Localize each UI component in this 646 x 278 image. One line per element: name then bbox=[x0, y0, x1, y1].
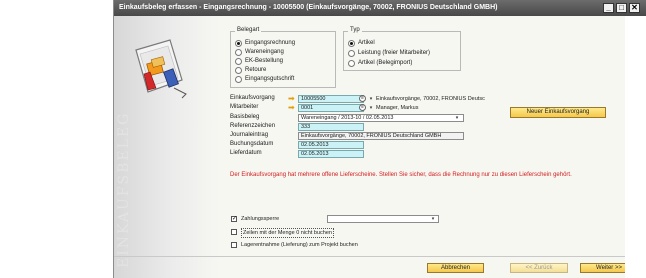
lookup-icon[interactable]: ≡ bbox=[359, 104, 366, 111]
close-button[interactable]: ✕ bbox=[629, 3, 640, 13]
maximize-button[interactable]: □ bbox=[616, 3, 627, 13]
radio-checked-icon[interactable] bbox=[348, 40, 355, 47]
title-bar[interactable]: Einkaufsbeleg erfassen - Eingangsrechnun… bbox=[114, 0, 646, 16]
basisbeleg-label: Basisbeleg bbox=[230, 114, 260, 120]
journaleintrag-field[interactable]: Einkaufsvorgänge, 70002, FRONIUS Deutsch… bbox=[298, 132, 464, 140]
radio-icon[interactable] bbox=[348, 60, 355, 67]
referenzzeichen-label: Referenzzeichen bbox=[230, 123, 276, 129]
basisbeleg-select[interactable]: Wareneingang / 2013-10 / 02.05.2013 bbox=[298, 114, 464, 122]
radio-label: Eingangsrechnung bbox=[245, 40, 296, 46]
lieferdatum-label: Lieferdatum bbox=[230, 150, 262, 156]
link-arrow-icon[interactable]: ➡ bbox=[288, 95, 297, 103]
background-strip bbox=[625, 16, 646, 278]
new-purchase-button[interactable]: Neuer Einkaufsvorgang bbox=[510, 107, 606, 118]
lagerentnahme-label: Lagerentnahme (Lieferung) zum Projekt bu… bbox=[241, 242, 358, 248]
radio-label: Retoure bbox=[245, 67, 267, 73]
buchungsdatum-field[interactable]: 02.05.2013 bbox=[298, 141, 364, 149]
chevron-down-icon[interactable]: ▾ bbox=[454, 114, 460, 122]
zeilen-menge-label: Zeilen mit der Menge 0 nicht buchen bbox=[241, 228, 334, 238]
window-title: Einkaufsbeleg erfassen - Eingangsrechnun… bbox=[119, 4, 498, 11]
referenzzeichen-field[interactable]: 333 bbox=[298, 123, 364, 131]
chevron-down-icon[interactable]: ▾ bbox=[430, 215, 436, 223]
mitarbeiter-field[interactable]: 0001 bbox=[298, 104, 364, 112]
wizard-window: Einkaufsbeleg erfassen - Eingangsrechnun… bbox=[113, 0, 646, 278]
radio-icon[interactable] bbox=[235, 49, 242, 56]
radio-label: Wareneingang bbox=[245, 49, 284, 55]
lieferdatum-field[interactable]: 02.05.2013 bbox=[298, 150, 364, 158]
buchungsdatum-label: Buchungsdatum bbox=[230, 141, 274, 147]
radio-icon[interactable] bbox=[235, 76, 242, 83]
link-arrow-icon[interactable]: ➡ bbox=[288, 104, 297, 112]
radio-icon[interactable] bbox=[235, 58, 242, 65]
radio-icon[interactable] bbox=[235, 67, 242, 74]
einkaufsvorgang-label: Einkaufsvorgang bbox=[230, 95, 275, 101]
radio-label: Leistung (freier Mitarbeiter) bbox=[358, 50, 431, 56]
einkaufsvorgang-description: Einkaufsvorgänge, 70002, FRONIUS Deutsc bbox=[376, 96, 485, 102]
chevron-down-icon[interactable]: ▾ bbox=[368, 95, 374, 103]
radio-label: Eingangsgutschrift bbox=[245, 76, 295, 82]
belegart-group: Belegart Eingangsrechnung Wareneingang E… bbox=[230, 27, 336, 88]
zahlungssperre-label: Zahlungssperre bbox=[241, 216, 280, 222]
radio-label: Artikel bbox=[358, 40, 375, 46]
side-watermark-text: EINKAUFSBELEG bbox=[116, 111, 132, 268]
zeilen-menge-checkbox[interactable] bbox=[231, 229, 237, 235]
zahlungssperre-select[interactable] bbox=[327, 215, 439, 223]
belegart-legend: Belegart bbox=[235, 27, 262, 33]
warning-message: Der Einkaufsvorgang hat mehrere offene L… bbox=[230, 172, 572, 178]
radio-label: EK-Bestellung bbox=[245, 58, 284, 64]
chevron-down-icon[interactable]: ▾ bbox=[368, 104, 374, 112]
lookup-icon[interactable]: ≡ bbox=[359, 95, 366, 102]
journaleintrag-label: Journaleintrag bbox=[230, 132, 269, 138]
cancel-button[interactable]: Abbrechen bbox=[427, 263, 484, 273]
wizard-document-icon bbox=[135, 39, 187, 99]
radio-checked-icon[interactable] bbox=[235, 40, 242, 47]
radio-icon[interactable] bbox=[348, 50, 355, 57]
einkaufsvorgang-field[interactable]: 10005500 bbox=[298, 95, 364, 103]
mitarbeiter-label: Mitarbeiter bbox=[230, 104, 259, 110]
mitarbeiter-description: Manager, Markus bbox=[376, 105, 419, 111]
wizard-side-panel: EINKAUFSBELEG bbox=[114, 16, 222, 278]
typ-group: Typ Artikel Leistung (freier Mitarbeiter… bbox=[343, 27, 461, 71]
zahlungssperre-checkbox[interactable]: ✓ bbox=[231, 216, 237, 222]
typ-legend: Typ bbox=[348, 27, 362, 33]
wizard-footer: Abbrechen << Zurück Weiter >> bbox=[114, 256, 646, 278]
radio-label: Artikel (Belegimport) bbox=[358, 60, 413, 66]
back-button[interactable]: << Zurück bbox=[510, 263, 568, 273]
minimize-button[interactable]: _ bbox=[603, 3, 614, 13]
lagerentnahme-checkbox[interactable] bbox=[231, 242, 237, 248]
